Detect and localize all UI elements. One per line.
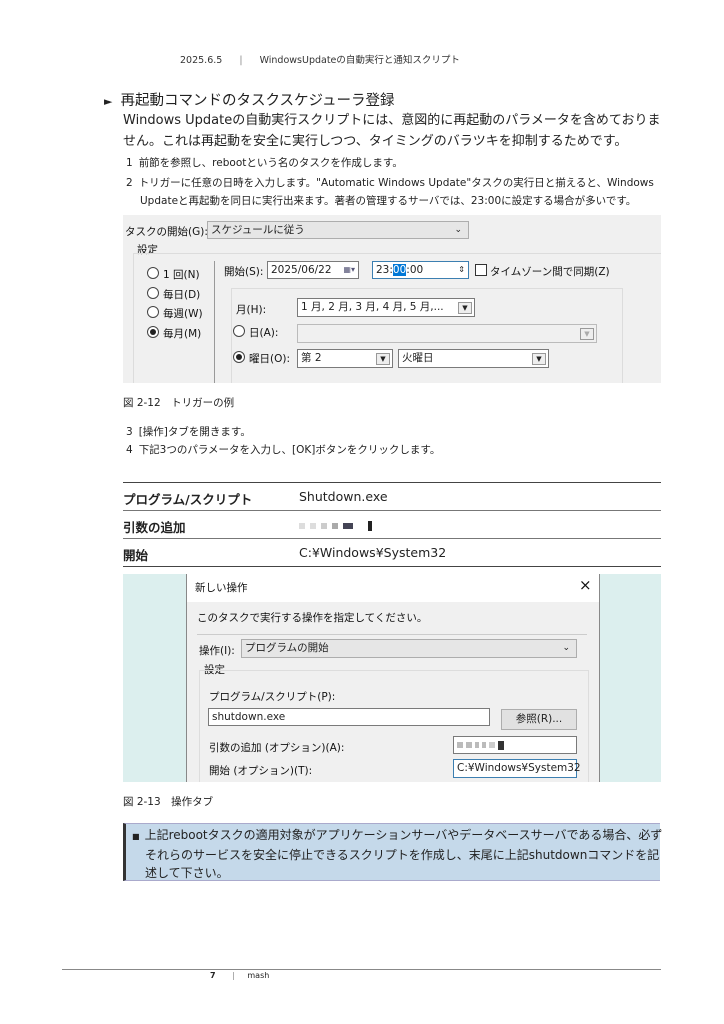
square-bullet-icon: ■: [132, 832, 140, 841]
divider: [214, 261, 215, 383]
radio-once[interactable]: 1 回(N): [147, 267, 200, 282]
table-rule: [123, 482, 661, 483]
document-page: 2025.6.5 | WindowsUpdateの自動実行と通知スクリプト ► 再…: [0, 0, 724, 1024]
header-title: WindowsUpdateの自動実行と通知スクリプト: [259, 55, 460, 66]
start-label: 開始(S):: [224, 266, 264, 278]
radio-day[interactable]: 日(A):: [233, 325, 278, 340]
trigger-screenshot: タスクの開始(G): スケジュールに従う ⌄ 設定 1 回(N) 毎日(D) 毎週…: [123, 215, 661, 383]
action-label: 操作(I):: [199, 645, 235, 657]
header: 2025.6.5 | WindowsUpdateの自動実行と通知スクリプト: [180, 52, 460, 66]
browse-button[interactable]: 参照(R)...: [501, 709, 577, 730]
task-start-select[interactable]: スケジュールに従う ⌄: [207, 221, 469, 239]
program-label: プログラム/スクリプト(P):: [209, 691, 336, 703]
dialog-title: 新しい操作: [195, 582, 248, 594]
triangle-bullet-icon: ►: [104, 95, 113, 108]
weekday-select[interactable]: 火曜日 ▼: [398, 349, 549, 368]
header-date: 2025.6.5: [180, 55, 223, 66]
args-label: 引数の追加 (オプション)(A):: [209, 742, 345, 754]
footer-rule: [62, 969, 661, 970]
start-in-label: 開始 (オプション)(T):: [209, 765, 313, 777]
table-label: 引数の追加: [123, 520, 186, 535]
month-select[interactable]: 1 月, 2 月, 3 月, 4 月, 5 月,... ▼: [297, 298, 475, 317]
calendar-dropdown-icon[interactable]: ▦▾: [343, 262, 355, 278]
dropdown-arrow-icon: ▼: [532, 353, 546, 365]
heading-text: 再起動コマンドのタスクスケジューラ登録: [120, 93, 395, 109]
chevron-down-icon: ⌄: [562, 643, 570, 653]
table-value-redacted: [299, 517, 377, 532]
table-value: C:¥Windows¥System32: [299, 545, 447, 560]
step-3: 3 [操作]タブを開きます。: [126, 426, 251, 438]
step-1: 1 前節を参照し、rebootという名のタスクを作成します。: [126, 157, 403, 169]
chevron-down-icon: ⌄: [454, 225, 462, 235]
task-start-label: タスクの開始(G):: [125, 226, 208, 238]
dialog-instruction: このタスクで実行する操作を指定してください。: [197, 612, 428, 624]
week-select[interactable]: 第 2 ▼: [297, 349, 393, 368]
table-rule: [123, 538, 661, 539]
radio-weekly[interactable]: 毎週(W): [147, 306, 203, 321]
radio-daily[interactable]: 毎日(D): [147, 287, 200, 302]
note-box: ■ 上記rebootタスクの適用対象がアプリケーションサーバやデータベースサーバで…: [123, 823, 662, 881]
table-rule: [123, 566, 661, 567]
step-2: 2 トリガーに任意の日時を入力します。"Automatic Windows Upd…: [126, 177, 654, 207]
timezone-sync-checkbox[interactable]: タイムゾーン間で同期(Z): [475, 264, 610, 279]
start-date-picker[interactable]: 2025/06/22 ▦▾: [267, 261, 359, 279]
dropdown-arrow-icon: ▼: [376, 353, 390, 365]
start-time-input[interactable]: 23:00:00 ⇕: [372, 261, 469, 279]
page-number: 7: [210, 971, 216, 980]
action-select[interactable]: プログラムの開始 ⌄: [241, 639, 577, 658]
table-label: 開始: [123, 548, 149, 563]
footer: 7 | mash: [210, 971, 270, 980]
action-screenshot: 新しい操作 × このタスクで実行する操作を指定してください。 操作(I): プロ…: [123, 574, 661, 782]
radio-weekday[interactable]: 曜日(O):: [233, 351, 290, 366]
new-action-dialog: 新しい操作 × このタスクで実行する操作を指定してください。 操作(I): プロ…: [186, 574, 600, 782]
figure-caption-1: 図 2-12 トリガーの例: [123, 397, 235, 409]
table-rule: [123, 510, 661, 511]
close-icon[interactable]: ×: [579, 576, 592, 594]
month-label: 月(H):: [236, 304, 267, 316]
section-heading: ► 再起動コマンドのタスクスケジューラ登録: [104, 89, 395, 110]
program-input[interactable]: shutdown.exe: [208, 708, 490, 726]
figure-caption-2: 図 2-13 操作タブ: [123, 796, 214, 808]
day-select: ▼: [297, 324, 597, 343]
args-input[interactable]: [453, 736, 577, 754]
footer-author: mash: [247, 971, 270, 980]
start-in-input[interactable]: C:¥Windows¥System32: [453, 759, 581, 778]
dropdown-arrow-icon: ▼: [580, 328, 594, 340]
table-label: プログラム/スクリプト: [123, 492, 253, 507]
table-value: Shutdown.exe: [299, 489, 388, 504]
note-text: ■ 上記rebootタスクの適用対象がアプリケーションサーバやデータベースサーバで…: [132, 828, 663, 880]
radio-monthly[interactable]: 毎月(M): [147, 326, 201, 341]
step-4: 4 下記3つのパラメータを入力し、[OK]ボタンをクリックします。: [126, 444, 441, 456]
section-paragraph: Windows Updateの自動実行スクリプトには、意図的に再起動のパラメータ…: [123, 113, 661, 149]
header-separator: |: [239, 55, 243, 66]
spinner-icon[interactable]: ⇕: [458, 262, 465, 278]
dropdown-arrow-icon: ▼: [458, 302, 472, 314]
